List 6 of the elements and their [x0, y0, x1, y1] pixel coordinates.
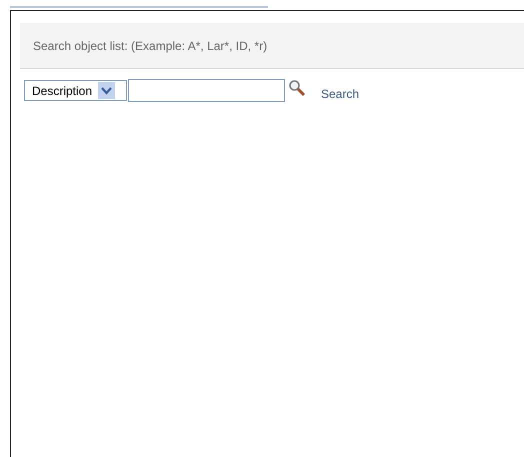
instruction-text: Search object list: (Example: A*, Lar*, ID, *r): [20, 23, 524, 69]
search-link[interactable]: Search: [321, 86, 360, 100]
search-field[interactable]: [128, 79, 285, 102]
search-icon: [288, 79, 306, 97]
caret-icon: [98, 82, 116, 99]
field-dropdown[interactable]: Description: [24, 80, 127, 101]
